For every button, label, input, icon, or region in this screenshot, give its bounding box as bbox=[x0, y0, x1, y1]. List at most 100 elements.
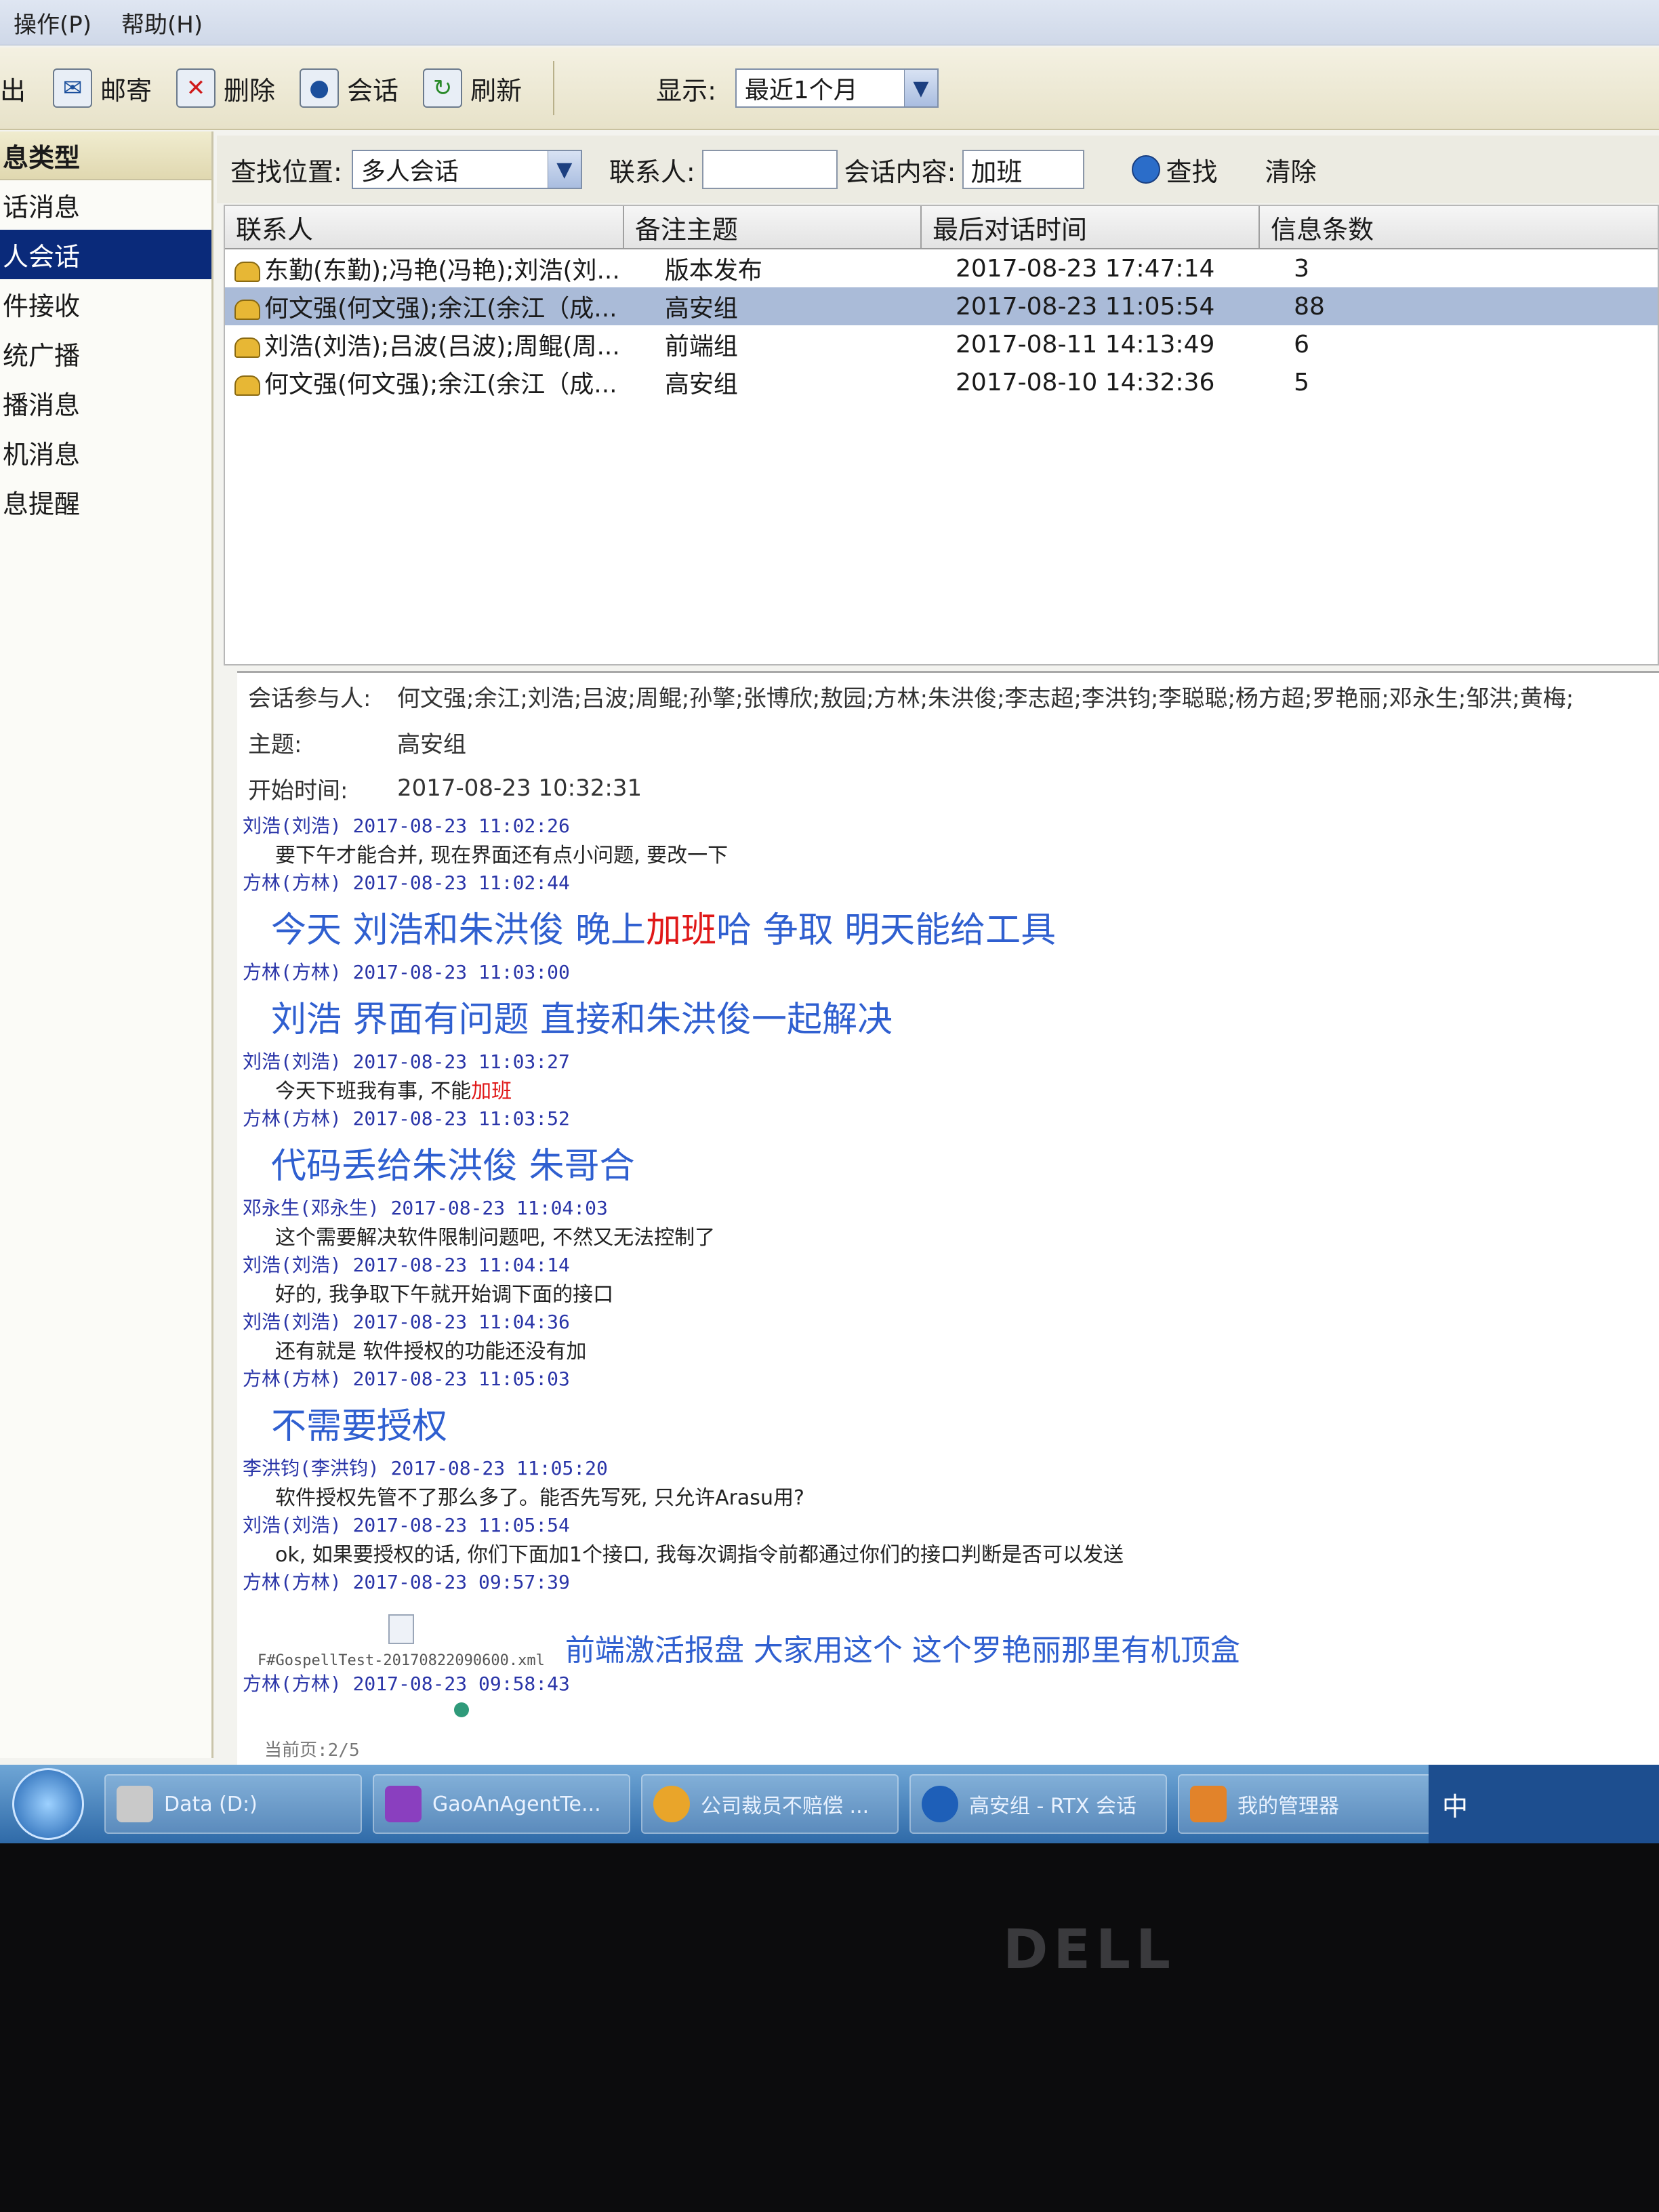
monitor-logo: DELL bbox=[1003, 1918, 1176, 1981]
message-body: 代码丢给朱洪俊 朱哥合 bbox=[271, 1145, 635, 1187]
column-topic[interactable]: 备注主题 bbox=[624, 206, 922, 248]
taskbar-item-data-drive[interactable]: Data (D:) bbox=[104, 1774, 362, 1834]
message-header: 刘浩(刘浩) 2017-08-23 11:05:54 bbox=[243, 1514, 570, 1536]
message-header: 李洪钧(李洪钧) 2017-08-23 11:05:20 bbox=[243, 1457, 608, 1479]
mail-icon: ✉ bbox=[53, 68, 93, 108]
file-attachment[interactable]: F#GospellTest-20170822090600.xml bbox=[258, 1614, 545, 1669]
cell-topic: 高安组 bbox=[664, 295, 738, 323]
message-header: 方林(方林) 2017-08-23 11:05:03 bbox=[243, 1368, 570, 1390]
content-input[interactable]: 加班 bbox=[962, 150, 1085, 189]
message-header: 方林(方林) 2017-08-23 11:03:00 bbox=[243, 961, 570, 983]
topic-value: 高安组 bbox=[397, 731, 466, 758]
visual-studio-icon bbox=[385, 1786, 422, 1822]
sidebar-header: 息类型 bbox=[0, 131, 211, 180]
cell-contact: 刘浩(刘浩);吕波(吕波);周鲲(周... bbox=[225, 327, 624, 362]
start-button[interactable] bbox=[12, 1768, 84, 1840]
message-header: 邓永生(邓永生) 2017-08-23 11:04:03 bbox=[243, 1197, 608, 1219]
input-method-icon[interactable]: 中 bbox=[1442, 1786, 1468, 1823]
taskbar-item-chrome[interactable]: 公司裁员不赔偿 ... bbox=[641, 1774, 899, 1834]
delete-button[interactable]: ✕ 删除 bbox=[176, 68, 275, 108]
column-contact[interactable]: 联系人 bbox=[225, 206, 624, 248]
cell-count: 6 bbox=[1294, 330, 1310, 359]
menu-bar: 操作(P) 帮助(H) bbox=[0, 0, 1659, 45]
message-header: 方林(方林) 2017-08-23 09:58:43 bbox=[243, 1673, 570, 1695]
topic-row: 主题: 高安组 bbox=[237, 719, 1659, 765]
message-body: 要下午才能合并, 现在界面还有点小问题, 要改一下 bbox=[275, 844, 729, 867]
clear-button[interactable]: 清除 bbox=[1265, 151, 1316, 188]
participants-value: 何文强;余江;刘浩;吕波;周鲲;孙擎;张博欣;敖园;方林;朱洪俊;李志超;李洪钧… bbox=[397, 684, 1574, 712]
contact-input[interactable] bbox=[701, 150, 838, 189]
search-icon bbox=[1132, 155, 1161, 184]
location-dropdown[interactable]: 多人会话 ▼ bbox=[351, 150, 582, 189]
cell-topic: 版本发布 bbox=[664, 257, 762, 285]
table-row[interactable]: 东勤(东勤);冯艳(冯艳);刘浩(刘... 版本发布 2017-08-23 17… bbox=[225, 249, 1658, 287]
cell-count: 5 bbox=[1294, 368, 1310, 396]
message-header: 方林(方林) 2017-08-23 11:02:44 bbox=[243, 872, 570, 894]
sidebar-item-chat-message[interactable]: 话消息 bbox=[0, 180, 211, 230]
refresh-icon: ↻ bbox=[423, 68, 463, 108]
display-label: 显示: bbox=[656, 75, 716, 106]
cell-topic: 前端组 bbox=[664, 333, 738, 361]
highlight-keyword: 加班 bbox=[471, 1080, 512, 1103]
column-last-time[interactable]: 最后对话时间 bbox=[922, 206, 1261, 248]
message-body: 软件授权先管不了那么多了。能否先写死, 只允许Arasu用? bbox=[275, 1486, 804, 1510]
cell-contact: 东勤(东勤);冯艳(冯艳);刘浩(刘... bbox=[225, 251, 624, 286]
start-label: 开始时间: bbox=[248, 777, 348, 804]
exit-button[interactable]: 出 bbox=[0, 70, 26, 107]
message-body: 还有就是 软件授权的功能还没有加 bbox=[275, 1340, 587, 1364]
taskbar-item-manager[interactable]: 我的管理器 bbox=[1178, 1774, 1435, 1834]
start-value: 2017-08-23 10:32:31 bbox=[397, 775, 642, 802]
column-count[interactable]: 信息条数 bbox=[1260, 206, 1658, 248]
sidebar-item-file-receive[interactable]: 件接收 bbox=[0, 279, 211, 329]
group-icon bbox=[234, 300, 260, 320]
topic-label: 主题: bbox=[248, 731, 302, 758]
chrome-icon bbox=[653, 1786, 690, 1822]
sidebar-item-mobile-message[interactable]: 机消息 bbox=[0, 428, 211, 477]
delete-icon: ✕ bbox=[176, 68, 216, 108]
taskbar-item-visual-studio[interactable]: GaoAnAgentTe... bbox=[373, 1774, 630, 1834]
cell-time: 2017-08-11 14:13:49 bbox=[956, 330, 1215, 359]
menu-help[interactable]: 帮助(H) bbox=[121, 6, 203, 39]
globe-icon bbox=[454, 1702, 469, 1717]
message-body: 今天 刘浩和朱洪俊 晚上 加班哈 争取 明天能给工具 bbox=[237, 895, 1659, 958]
chevron-down-icon[interactable]: ▼ bbox=[903, 70, 937, 106]
refresh-button[interactable]: ↻ 刷新 bbox=[423, 68, 522, 108]
chat-button[interactable]: ● 会话 bbox=[300, 68, 398, 108]
refresh-label: 刷新 bbox=[470, 75, 523, 106]
chat-label: 会话 bbox=[347, 75, 399, 106]
attachment-filename: F#GospellTest-20170822090600.xml bbox=[258, 1652, 545, 1669]
message-header: 刘浩(刘浩) 2017-08-23 11:03:27 bbox=[243, 1050, 570, 1073]
cell-contact: 何文强(何文强);余江(余江（成... bbox=[225, 289, 624, 324]
chevron-down-icon[interactable]: ▼ bbox=[547, 151, 581, 188]
search-bar: 查找位置: 多人会话 ▼ 联系人: 会话内容: 加班 查找 清除 bbox=[217, 136, 1659, 203]
table-row[interactable]: 何文强(何文强);余江(余江（成... 高安组 2017-08-10 14:32… bbox=[225, 363, 1658, 401]
participants-row: 会话参与人: 何文强;余江;刘浩;吕波;周鲲;孙擎;张博欣;敖园;方林;朱洪俊;… bbox=[237, 673, 1659, 719]
message-header: 方林(方林) 2017-08-23 09:57:39 bbox=[243, 1571, 570, 1593]
location-value: 多人会话 bbox=[361, 158, 459, 186]
drive-icon bbox=[117, 1786, 153, 1822]
mail-button[interactable]: ✉ 邮寄 bbox=[53, 68, 152, 108]
location-label: 查找位置: bbox=[230, 157, 342, 187]
table-header: 联系人 备注主题 最后对话时间 信息条数 bbox=[225, 206, 1658, 249]
sidebar-item-broadcast-message[interactable]: 播消息 bbox=[0, 378, 211, 428]
menu-operate[interactable]: 操作(P) bbox=[14, 6, 91, 39]
group-icon bbox=[234, 337, 260, 358]
system-tray: 中 bbox=[1429, 1765, 1659, 1843]
cell-count: 3 bbox=[1294, 254, 1310, 283]
toolbar-separator bbox=[553, 61, 555, 115]
find-button[interactable]: 查找 bbox=[1132, 151, 1217, 188]
chat-icon: ● bbox=[300, 68, 340, 108]
sidebar-item-reminder[interactable]: 息提醒 bbox=[0, 477, 211, 527]
table-row[interactable]: 何文强(何文强);余江(余江（成... 高安组 2017-08-23 11:05… bbox=[225, 287, 1658, 325]
message-body: 刘浩 界面有问题 直接和朱洪俊一起解决 bbox=[271, 999, 893, 1040]
sidebar-item-system-broadcast[interactable]: 统广播 bbox=[0, 329, 211, 378]
taskbar-item-rtx-chat[interactable]: 高安组 - RTX 会话 bbox=[909, 1774, 1167, 1834]
cell-time: 2017-08-10 14:32:36 bbox=[956, 368, 1215, 396]
display-dropdown[interactable]: 最近1个月 ▼ bbox=[735, 68, 939, 108]
attachment-caption: 前端激活报盘 大家用这个 这个罗艳丽那里有机顶盒 bbox=[565, 1633, 1240, 1668]
sidebar-item-group-chat[interactable]: 人会话 bbox=[0, 230, 211, 279]
table-row[interactable]: 刘浩(刘浩);吕波(吕波);周鲲(周... 前端组 2017-08-11 14:… bbox=[225, 325, 1658, 363]
file-icon bbox=[388, 1614, 414, 1644]
content-label: 会话内容: bbox=[844, 157, 956, 187]
message-list: 刘浩(刘浩) 2017-08-23 11:02:26 要下午才能合并, 现在界面… bbox=[237, 811, 1659, 1723]
